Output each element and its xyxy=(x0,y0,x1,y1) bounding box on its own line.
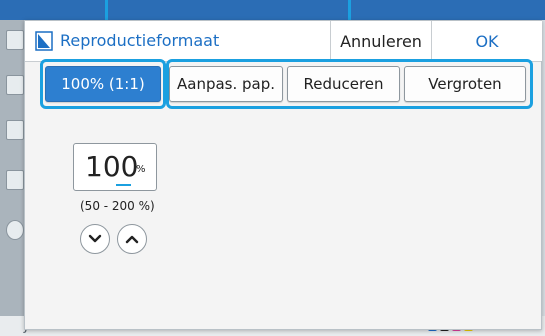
reproduction-size-dialog: Reproductieformaat Annuleren OK 100% (1:… xyxy=(24,20,542,330)
increase-button[interactable] xyxy=(117,224,147,254)
background-document-icon xyxy=(6,170,24,190)
cancel-button[interactable]: Annuleren xyxy=(330,21,431,61)
background-check-icon xyxy=(6,220,24,240)
dialog-title-bar: Reproductieformaat Annuleren OK xyxy=(25,21,542,62)
zoom-value-input[interactable]: 100 % xyxy=(73,143,157,191)
chevron-down-icon xyxy=(88,234,102,243)
option-fit-paper-button[interactable]: Aanpas. pap. xyxy=(169,66,283,102)
background-header-bar xyxy=(0,0,545,20)
ok-button[interactable]: OK xyxy=(431,21,542,61)
dialog-title: Reproductieformaat xyxy=(60,31,220,50)
text-cursor xyxy=(116,184,131,186)
document-scale-icon xyxy=(35,31,53,51)
background-document-icon xyxy=(6,120,24,140)
option-reduce-button[interactable]: Reduceren xyxy=(287,66,400,102)
background-document-icon xyxy=(6,30,24,50)
zoom-value: 100 xyxy=(85,150,139,183)
option-100-percent-button[interactable]: 100% (1:1) xyxy=(45,66,161,102)
option-enlarge-button[interactable]: Vergroten xyxy=(404,66,526,102)
background-document-icon xyxy=(6,75,24,95)
chevron-up-icon xyxy=(125,235,139,244)
zoom-unit: % xyxy=(136,164,146,175)
decrease-button[interactable] xyxy=(80,224,110,254)
zoom-range-hint: (50 - 200 %) xyxy=(80,199,155,213)
